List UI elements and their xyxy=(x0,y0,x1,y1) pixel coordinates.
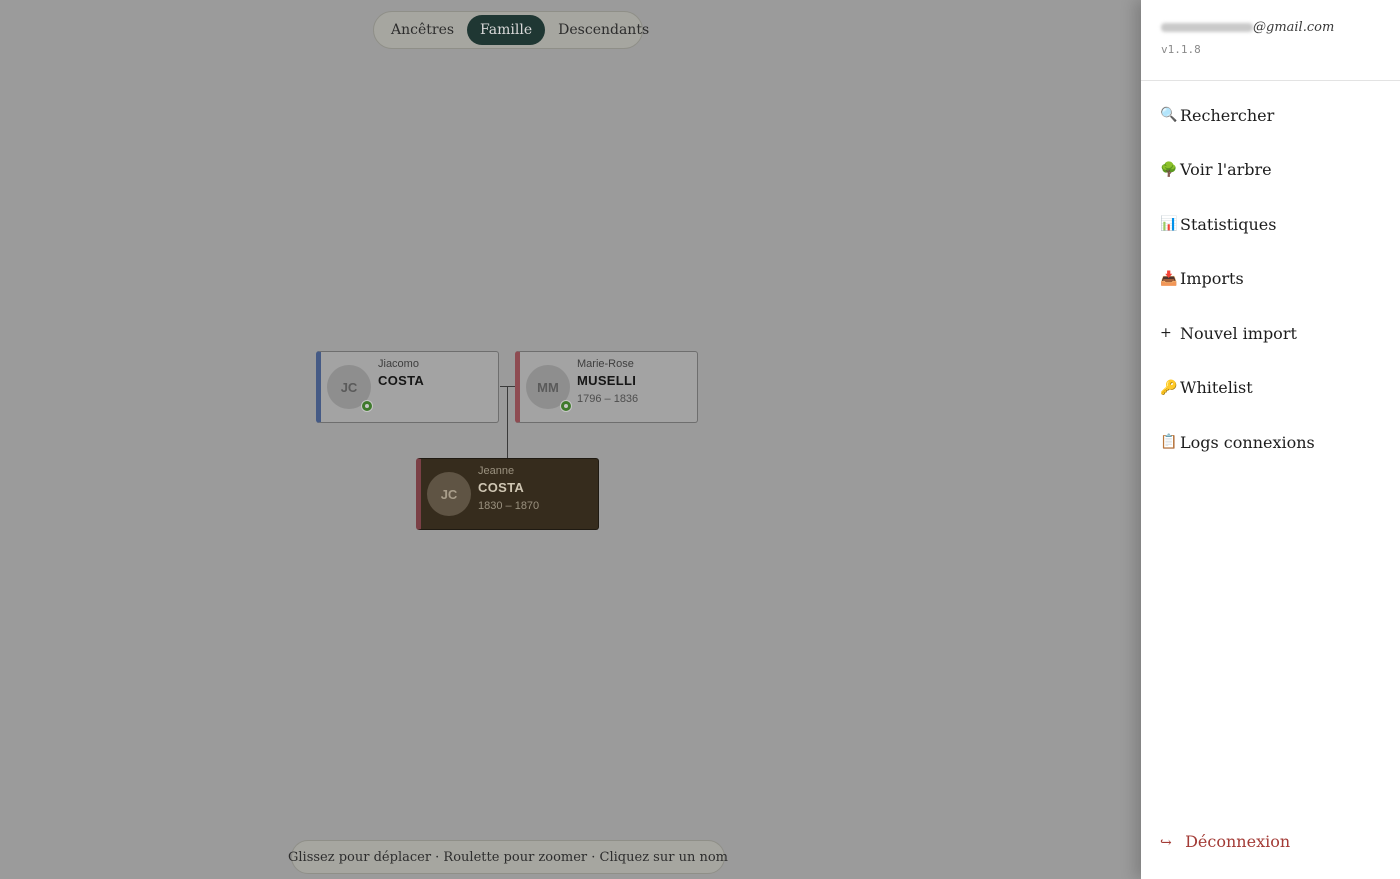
first-name: Marie-Rose xyxy=(577,358,634,370)
logout-icon: ↪ xyxy=(1160,835,1172,851)
last-name: COSTA xyxy=(378,373,425,388)
redacted-email-prefix xyxy=(1161,23,1253,32)
menu-item-statistics[interactable]: 📊 Statistiques xyxy=(1141,197,1400,252)
tab-family[interactable]: Famille xyxy=(467,15,546,45)
menu-item-connection-logs[interactable]: 📋 Logs connexions xyxy=(1141,415,1400,470)
last-name: COSTA xyxy=(478,480,525,495)
email-domain: @gmail.com xyxy=(1253,20,1335,35)
menu-item-label: Nouvel import xyxy=(1180,323,1297,343)
menu-item-label: Logs connexions xyxy=(1180,432,1315,452)
view-switcher: Ancêtres Famille Descendants xyxy=(373,11,649,49)
verified-badge-icon xyxy=(560,400,572,412)
tab-descendants[interactable]: Descendants xyxy=(545,15,662,45)
drawer-menu: 🔍 Rechercher 🌳 Voir l'arbre 📊 Statistiqu… xyxy=(1141,88,1400,470)
verified-badge-icon xyxy=(361,400,373,412)
navigation-hint: Glissez pour déplacer · Roulette pour zo… xyxy=(288,840,728,874)
menu-item-label: Imports xyxy=(1180,269,1244,289)
menu-item-imports[interactable]: 📥 Imports xyxy=(1141,252,1400,307)
clipboard-icon: 📋 xyxy=(1160,434,1178,451)
life-dates: 1796 – 1836 xyxy=(577,393,639,405)
tree-canvas[interactable]: Ancêtres Famille Descendants JC Jiacomo … xyxy=(0,0,1141,879)
key-icon: 🔑 xyxy=(1160,379,1178,396)
menu-item-label: Statistiques xyxy=(1180,214,1277,234)
menu-item-search[interactable]: 🔍 Rechercher xyxy=(1141,88,1400,143)
person-card-mother[interactable]: MM Marie-Rose MUSELLI 1796 – 1836 xyxy=(515,351,698,423)
menu-item-label: Rechercher xyxy=(1180,105,1275,125)
app-version: v1.1.8 xyxy=(1161,43,1201,56)
account-header: @gmail.com v1.1.8 xyxy=(1141,0,1400,81)
user-email: @gmail.com xyxy=(1161,20,1400,35)
search-icon: 🔍 xyxy=(1160,107,1178,124)
menu-item-view-tree[interactable]: 🌳 Voir l'arbre xyxy=(1141,143,1400,198)
side-drawer: @gmail.com v1.1.8 🔍 Rechercher 🌳 Voir l'… xyxy=(1141,0,1400,879)
menu-item-new-import[interactable]: + Nouvel import xyxy=(1141,306,1400,361)
menu-item-label: Voir l'arbre xyxy=(1180,160,1272,180)
plus-icon: + xyxy=(1160,325,1172,342)
last-name: MUSELLI xyxy=(577,373,637,388)
life-dates: 1830 – 1870 xyxy=(478,500,540,512)
avatar: JC xyxy=(427,472,471,516)
couple-connector xyxy=(500,386,516,387)
person-card-father[interactable]: JC Jiacomo COSTA xyxy=(316,351,499,423)
menu-item-label: Whitelist xyxy=(1180,378,1253,398)
chart-icon: 📊 xyxy=(1160,216,1178,233)
logout-label: Déconnexion xyxy=(1185,832,1291,851)
logout-button[interactable]: ↪ Déconnexion xyxy=(1160,832,1290,851)
child-connector xyxy=(507,387,508,458)
tree-icon: 🌳 xyxy=(1160,161,1178,178)
inbox-icon: 📥 xyxy=(1160,270,1178,287)
tab-ancestors[interactable]: Ancêtres xyxy=(378,15,467,45)
menu-item-whitelist[interactable]: 🔑 Whitelist xyxy=(1141,361,1400,416)
first-name: Jeanne xyxy=(478,465,515,477)
person-card-child[interactable]: JC Jeanne COSTA 1830 – 1870 xyxy=(416,458,599,530)
first-name: Jiacomo xyxy=(378,358,419,370)
